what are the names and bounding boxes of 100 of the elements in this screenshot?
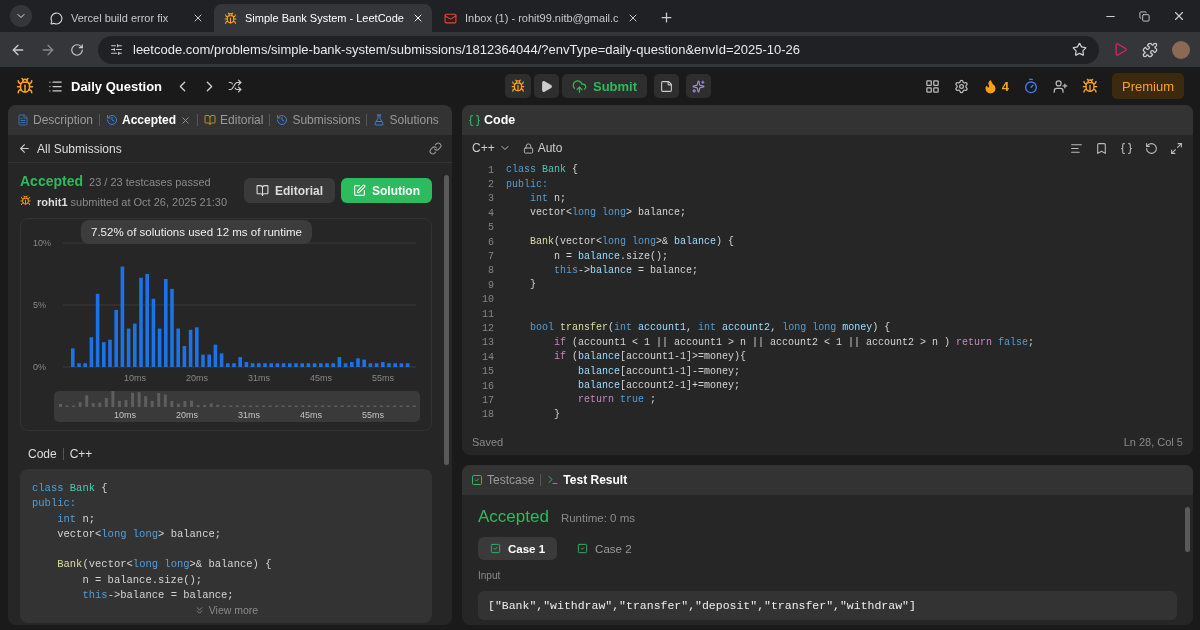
testcases-passed: 23 / 23 testcases passed [89, 176, 211, 188]
chart-bar [294, 363, 298, 367]
code-line: n = balance.size(); [553, 249, 669, 264]
result-status: Accepted [478, 507, 549, 527]
timer-icon[interactable] [1023, 78, 1039, 94]
chart-bar [232, 363, 236, 367]
line-number: 4 [487, 207, 494, 219]
scrollbar[interactable] [1185, 507, 1190, 552]
axis-label: 10ms [114, 410, 136, 420]
profile-avatar[interactable] [1172, 40, 1190, 59]
view-more-button[interactable]: View more [187, 603, 265, 618]
book-icon [204, 114, 217, 126]
layout-icon[interactable] [924, 78, 940, 94]
bookmark-star-icon[interactable] [1072, 42, 1087, 57]
case-tab[interactable]: Case 1 [478, 537, 558, 560]
reload-icon[interactable] [70, 42, 84, 57]
cursor-position: Ln 28, Col 5 [1123, 436, 1183, 448]
input-value: ["Bank","withdraw","transfer","deposit","transfer","withdraw"] [478, 591, 1177, 620]
line-number: 17 [481, 394, 494, 406]
terminal-icon [547, 474, 560, 486]
extensions-icon[interactable] [1142, 41, 1158, 58]
language-selector[interactable]: C++ [472, 141, 495, 155]
browser-tab[interactable]: Simple Bank System - LeetCode [214, 4, 432, 32]
all-submissions-link[interactable]: All Submissions [37, 141, 423, 156]
panel-title: Code [484, 113, 516, 127]
line-number: 14 [481, 351, 494, 363]
add-user-icon[interactable] [1053, 78, 1068, 94]
panel-tab[interactable]: Solutions [370, 113, 442, 127]
chart-bar [319, 363, 323, 367]
new-tab-icon[interactable] [658, 10, 674, 25]
input-label: Input [478, 570, 502, 581]
overview-drawing[interactable] [54, 391, 420, 422]
panel-tab[interactable]: Accepted [103, 113, 195, 127]
runtime-label: Runtime: 0 ms [560, 512, 636, 524]
line-number: 3 [487, 193, 494, 205]
browser-tab[interactable]: Inbox (1) - rohit99.nitb@gmail.c [433, 4, 647, 32]
line-number: 15 [481, 366, 494, 378]
chart-bar [226, 363, 230, 367]
editorial-button[interactable]: Editorial [244, 178, 335, 203]
mode-label[interactable]: Auto [537, 141, 563, 155]
notes-button[interactable] [654, 74, 680, 98]
submission-status: Accepted [20, 173, 84, 189]
language-label: C++ [69, 447, 93, 461]
book-icon [256, 184, 269, 197]
axis-label: 55ms [372, 373, 394, 383]
code-line: vector<long long> balance; [529, 206, 687, 221]
checkbox-icon [471, 474, 483, 486]
site-settings-icon[interactable] [110, 43, 123, 56]
link-icon[interactable] [429, 142, 442, 155]
panel-tab[interactable]: Editorial [201, 113, 267, 127]
braces-icon[interactable] [1120, 141, 1133, 155]
history-icon [276, 114, 289, 126]
ai-button[interactable] [686, 74, 712, 98]
edit-icon [353, 184, 366, 197]
chart-bar [133, 323, 137, 367]
bookmark-icon[interactable] [1095, 141, 1108, 155]
code-line: public: [506, 177, 548, 192]
close-icon[interactable] [192, 12, 204, 24]
axis-label: 10% [33, 238, 51, 248]
scrollbar[interactable] [444, 175, 449, 465]
document-icon [17, 114, 29, 126]
restore-icon[interactable] [1139, 10, 1150, 22]
premium-button[interactable]: Premium [1112, 73, 1184, 99]
mail-icon [443, 11, 457, 25]
close-icon[interactable] [1172, 9, 1186, 23]
problem-list-title[interactable]: Daily Question [71, 78, 163, 94]
case-tab[interactable]: Case 2 [565, 537, 644, 560]
username[interactable]: rohit1 [37, 196, 68, 208]
axis-label: 45ms [300, 410, 322, 420]
shuffle-icon[interactable] [228, 79, 243, 93]
panel-tab[interactable]: Description [14, 113, 97, 127]
problem-list-icon[interactable] [48, 78, 63, 94]
streak-count[interactable]: 4 [1001, 78, 1009, 94]
line-number: 10 [481, 294, 494, 306]
chart-bar [269, 363, 273, 367]
axis-label: 10ms [124, 373, 146, 383]
panel-tab[interactable]: Testcase [468, 473, 538, 487]
submit-button[interactable]: Submit [562, 74, 648, 98]
axis-label: 45ms [310, 373, 332, 383]
browser-tab[interactable]: Vercel build error fix [40, 4, 212, 32]
tab-list-button[interactable] [10, 5, 32, 27]
history-icon [106, 114, 119, 126]
format-icon[interactable] [1070, 141, 1083, 155]
panel-tab[interactable]: Test Result [544, 473, 631, 487]
code-line: } [529, 278, 536, 293]
flame-icon[interactable] [982, 78, 998, 94]
chart-bar [83, 363, 87, 367]
panel-tab[interactable]: Submissions [273, 113, 364, 127]
debug-button[interactable] [505, 74, 531, 98]
run-button[interactable] [534, 74, 559, 98]
back-icon[interactable] [18, 142, 31, 155]
reset-icon[interactable] [1145, 141, 1158, 155]
fullscreen-icon[interactable] [1170, 141, 1183, 155]
address-bar[interactable]: leetcode.com/problems/simple-bank-system/submissions/1812364044/?envType=daily-question&envId=2025-10-26 [98, 35, 1099, 64]
code-line: Bank(vector<long long>& balance) { [56, 557, 273, 573]
axis-label: 31ms [238, 410, 260, 420]
chart-bar [381, 362, 385, 367]
settings-icon[interactable] [953, 78, 969, 94]
submitted-time: submitted at Oct 26, 2025 21:30 [70, 196, 228, 208]
logo-icon[interactable] [16, 77, 34, 95]
